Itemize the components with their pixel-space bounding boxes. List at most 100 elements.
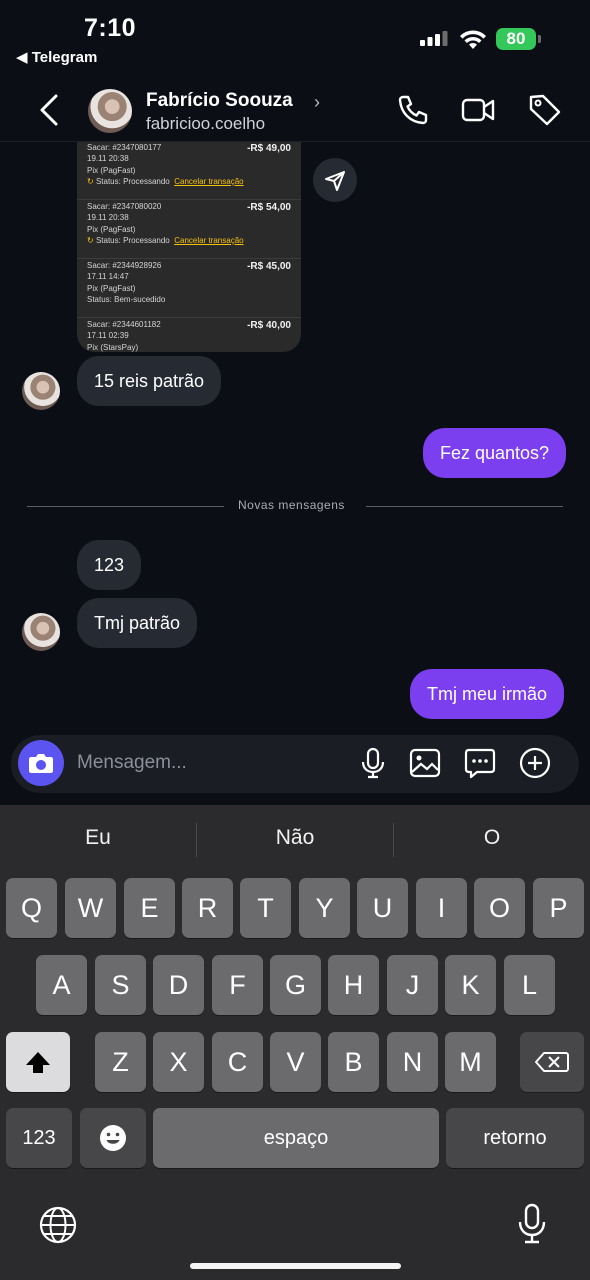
return-key[interactable]: retorno (446, 1108, 584, 1168)
transaction-date: 17.11 02:39 (87, 331, 129, 340)
contact-name[interactable]: Fabrício Soouza (146, 90, 293, 112)
battery-indicator: 80 (496, 28, 536, 50)
back-chevron-icon[interactable] (36, 92, 66, 128)
transaction-method: Pix (PagFast) (87, 166, 136, 175)
transaction-row: Sacar: #2344928926 -R$ 45,00 17.11 14:47… (77, 259, 301, 318)
status-time: 7:10 (84, 14, 137, 42)
tag-icon[interactable] (527, 92, 563, 128)
key-z[interactable]: Z (95, 1032, 146, 1092)
transaction-id: Sacar: #2347080177 (87, 143, 162, 152)
shift-arrow-icon (26, 1052, 50, 1073)
sticker-chat-icon[interactable] (463, 746, 497, 780)
key-w[interactable]: W (65, 878, 116, 938)
transaction-amount: -R$ 49,00 (247, 143, 291, 154)
gallery-icon[interactable] (408, 746, 442, 780)
incoming-message[interactable]: 15 reis patrão (77, 356, 222, 406)
transaction-status: Status: Processando (95, 177, 170, 186)
key-a[interactable]: A (36, 955, 87, 1015)
key-n[interactable]: N (387, 1032, 438, 1092)
home-indicator[interactable] (190, 1263, 401, 1269)
suggestion-2[interactable]: Não (197, 826, 393, 850)
key-v[interactable]: V (270, 1032, 321, 1092)
key-b[interactable]: B (328, 1032, 379, 1092)
shift-key[interactable] (6, 1032, 70, 1092)
sender-avatar[interactable] (22, 372, 60, 410)
transaction-id: Sacar: #2344601182 (87, 320, 161, 329)
backspace-key[interactable] (520, 1032, 584, 1092)
transaction-amount: -R$ 40,00 (247, 320, 291, 331)
key-i[interactable]: I (416, 878, 467, 938)
key-j[interactable]: J (387, 955, 438, 1015)
key-x[interactable]: X (153, 1032, 204, 1092)
key-e[interactable]: E (124, 878, 175, 938)
key-g[interactable]: G (270, 955, 321, 1015)
suggestion-3[interactable]: O (394, 826, 590, 850)
key-y[interactable]: Y (299, 878, 350, 938)
incoming-message[interactable]: Tmj patrão (77, 598, 198, 648)
camera-icon (29, 754, 53, 773)
transaction-row: Sacar: #2344601182 -R$ 40,00 17.11 02:39… (77, 318, 301, 352)
camera-button[interactable] (18, 740, 64, 786)
transaction-status: Status: Bem-sucedido (87, 295, 166, 304)
battery-tip (538, 35, 541, 43)
transaction-row: Sacar: #2347080020 -R$ 54,00 19.11 20:38… (77, 200, 301, 259)
transaction-status: Status: Processando (95, 236, 170, 245)
outgoing-message[interactable]: Fez quantos? (423, 428, 567, 478)
transaction-amount: -R$ 54,00 (247, 202, 291, 213)
key-f[interactable]: F (212, 955, 263, 1015)
key-l[interactable]: L (504, 955, 555, 1015)
contact-username[interactable]: fabricioo.coelho (146, 114, 265, 134)
incoming-message[interactable]: 123 (77, 540, 142, 590)
key-p[interactable]: P (533, 878, 584, 938)
key-t[interactable]: T (240, 878, 291, 938)
wifi-icon (460, 30, 486, 49)
transaction-amount: -R$ 45,00 (247, 261, 291, 272)
processing-icon: ↻ (87, 236, 94, 245)
phone-call-icon[interactable] (395, 92, 431, 128)
backspace-icon (535, 1052, 569, 1072)
key-c[interactable]: C (212, 1032, 263, 1092)
share-button[interactable] (313, 158, 357, 202)
transaction-method: Pix (StarsPay) (87, 343, 139, 352)
transaction-row: Sacar: #2347080177 -R$ 49,00 19.11 20:38… (77, 142, 301, 200)
suggestion-1[interactable]: Eu (0, 826, 196, 850)
separator-line (366, 506, 563, 507)
send-icon (325, 171, 345, 191)
dictation-microphone-icon[interactable] (514, 1202, 550, 1246)
processing-icon: ↻ (87, 177, 94, 186)
microphone-icon[interactable] (356, 746, 390, 780)
key-d[interactable]: D (153, 955, 204, 1015)
separator-line (27, 506, 224, 507)
transaction-screenshot-image[interactable]: Sacar: #2347080177 -R$ 49,00 19.11 20:38… (77, 142, 301, 352)
contact-avatar[interactable] (88, 89, 132, 133)
cancel-transaction-link: Cancelar transação (174, 236, 244, 245)
transaction-method: Pix (PagFast) (87, 225, 136, 234)
add-circle-icon[interactable] (518, 746, 552, 780)
message-input[interactable] (77, 752, 317, 774)
transaction-date: 19.11 20:38 (87, 154, 129, 163)
video-call-icon[interactable] (460, 92, 496, 128)
transaction-id: Sacar: #2347080020 (87, 202, 162, 211)
key-m[interactable]: M (445, 1032, 496, 1092)
key-k[interactable]: K (445, 955, 496, 1015)
emoji-icon (100, 1125, 126, 1151)
key-u[interactable]: U (357, 878, 408, 938)
chevron-right-icon: › (314, 92, 320, 112)
outgoing-message[interactable]: Tmj meu irmão (410, 669, 565, 719)
key-r[interactable]: R (182, 878, 233, 938)
cancel-transaction-link: Cancelar transação (174, 177, 244, 186)
sender-avatar[interactable] (22, 613, 60, 651)
key-h[interactable]: H (328, 955, 379, 1015)
new-messages-label: Novas mensagens (238, 498, 345, 512)
transaction-method: Pix (PagFast) (87, 284, 136, 293)
key-s[interactable]: S (95, 955, 146, 1015)
numbers-key[interactable]: 123 (6, 1108, 72, 1168)
emoji-key[interactable] (80, 1108, 146, 1168)
transaction-date: 17.11 14:47 (87, 272, 129, 281)
key-q[interactable]: Q (6, 878, 57, 938)
transaction-id: Sacar: #2344928926 (87, 261, 162, 270)
key-o[interactable]: O (474, 878, 525, 938)
globe-icon[interactable] (38, 1205, 78, 1245)
space-key[interactable]: espaço (153, 1108, 439, 1168)
back-to-telegram-link[interactable]: ◀ Telegram (16, 48, 97, 66)
